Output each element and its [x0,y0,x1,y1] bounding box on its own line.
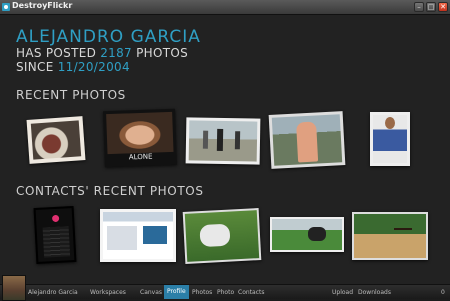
photo-caption-alone: ALONE [128,152,153,162]
nav-workspaces[interactable]: Workspaces [90,289,126,296]
title-bar[interactable]: DestroyFlickr – □ ✕ [0,0,450,15]
minimize-icon: – [417,3,421,11]
recent-photo-3[interactable] [185,117,261,165]
posted-prefix: HAS POSTED [16,46,97,60]
contact-photo-4[interactable] [270,217,344,252]
app-window: DestroyFlickr – □ ✕ ALEJANDRO GARCIA HAS… [0,0,450,301]
nav-canvas[interactable]: Canvas [140,289,162,296]
since-prefix: SINCE [16,60,54,74]
close-button[interactable]: ✕ [438,2,448,12]
user-name: Alejandro Garcia [28,289,78,296]
contact-photo-1[interactable] [33,205,77,265]
downloads-count: 0 [441,289,445,296]
photo-count: 2187 [100,46,132,60]
upload-button[interactable]: Upload [332,289,353,296]
close-icon: ✕ [440,3,446,11]
bottom-toolbar: Alejandro Garcia Workspaces Canvas Profi… [0,275,450,301]
since-date: 11/20/2004 [57,60,130,74]
contact-photo-2[interactable] [100,209,176,262]
recent-photos-heading: RECENT PHOTOS [16,88,126,102]
avatar[interactable] [2,275,26,301]
app-icon [2,3,10,11]
profile-name: ALEJANDRO GARCIA [16,27,201,47]
contacts-photos-heading: CONTACTS' RECENT PHOTOS [16,184,204,198]
recent-photo-1[interactable] [26,116,86,164]
since-line: SINCE 11/20/2004 [16,60,201,74]
profile-header: ALEJANDRO GARCIA HAS POSTED 2187 PHOTOS … [16,28,201,74]
nav-contacts[interactable]: Contacts [238,289,264,296]
nav-profile[interactable]: Profile [164,285,189,299]
contact-photo-3[interactable] [182,208,262,264]
nav-photos[interactable]: Photos [192,289,212,296]
photos-word: PHOTOS [136,46,189,60]
minimize-button[interactable]: – [414,2,424,12]
downloads-button[interactable]: Downloads [358,289,391,296]
window-title: DestroyFlickr [12,1,73,10]
recent-photo-5[interactable] [370,112,410,166]
maximize-icon: □ [427,3,435,11]
posted-line: HAS POSTED 2187 PHOTOS [16,46,201,60]
maximize-button[interactable]: □ [426,2,436,12]
nav-photo[interactable]: Photo [217,289,234,296]
recent-photo-2[interactable]: ALONE [103,108,177,168]
recent-photo-4[interactable] [268,111,346,169]
contact-photo-5[interactable] [352,212,428,260]
